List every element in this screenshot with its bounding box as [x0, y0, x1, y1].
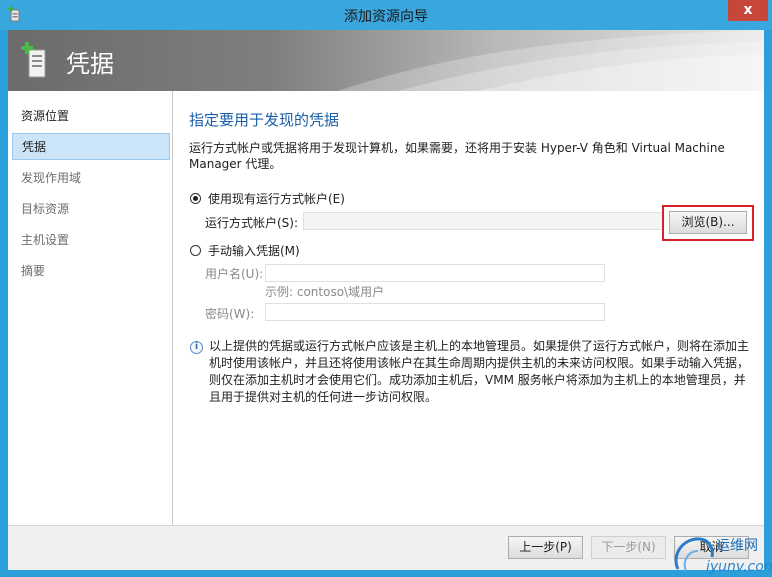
step-discovery-scope: 发现作用域	[21, 171, 82, 185]
wizard-footer: 上一步(P) 下一步(N) 取消	[8, 525, 764, 570]
step-host-settings: 主机设置	[21, 233, 70, 247]
site-watermark: 运维网 iyunv.com	[674, 537, 772, 575]
watermark-text-bottom: iyunv.com	[706, 559, 772, 575]
manual-credentials-option-label[interactable]: 手动输入凭据(M)	[208, 242, 300, 259]
title-bar: 添加资源向导 x	[0, 0, 772, 30]
run-as-account-option-label[interactable]: 使用现有运行方式帐户(E)	[208, 190, 345, 207]
step-target-resources: 目标资源	[21, 202, 70, 216]
run-as-account-field[interactable]	[303, 212, 663, 230]
password-input[interactable]	[265, 303, 605, 321]
wizard-window: 添加资源向导 x 凭据 资源位置 凭据 发现作用域 目标资源 主机设置 摘要 指…	[0, 0, 772, 577]
close-button[interactable]: x	[728, 0, 768, 21]
header-banner: 凭据	[8, 30, 764, 91]
step-credentials[interactable]: 凭据	[12, 133, 170, 160]
banner-title: 凭据	[66, 50, 114, 78]
window-title: 添加资源向导	[344, 9, 428, 25]
step-summary: 摘要	[21, 264, 46, 278]
info-message: 以上提供的凭据或运行方式帐户应该是主机上的本地管理员。如果提供了运行方式帐户，则…	[209, 339, 750, 404]
username-label: 用户名(U):	[205, 267, 264, 281]
next-button[interactable]: 下一步(N)	[591, 536, 666, 559]
page-heading: 指定要用于发现的凭据	[189, 111, 340, 129]
browse-button[interactable]: 浏览(B)...	[669, 211, 747, 234]
info-icon: i	[190, 341, 203, 354]
main-panel: 指定要用于发现的凭据 运行方式帐户或凭据将用于发现计算机，如果需要，还将用于安装…	[173, 91, 764, 525]
run-as-account-radio[interactable]	[190, 193, 201, 204]
watermark-text-top: 运维网	[716, 538, 758, 554]
wizard-steps: 资源位置 凭据 发现作用域 目标资源 主机设置 摘要	[8, 91, 173, 525]
username-input[interactable]	[265, 264, 605, 282]
wizard-content: 资源位置 凭据 发现作用域 目标资源 主机设置 摘要 指定要用于发现的凭据 运行…	[8, 91, 764, 570]
page-description: 运行方式帐户或凭据将用于发现计算机，如果需要，还将用于安装 Hyper-V 角色…	[189, 141, 725, 171]
server-add-icon	[21, 42, 46, 78]
run-as-account-field-label: 运行方式帐户(S):	[205, 216, 299, 230]
previous-button[interactable]: 上一步(P)	[508, 536, 583, 559]
manual-credentials-radio[interactable]	[190, 245, 201, 256]
password-label: 密码(W):	[205, 307, 255, 321]
banner-decoration	[338, 30, 764, 91]
step-resource-location[interactable]: 资源位置	[12, 103, 170, 130]
username-hint: 示例: contoso\域用户	[265, 285, 385, 299]
